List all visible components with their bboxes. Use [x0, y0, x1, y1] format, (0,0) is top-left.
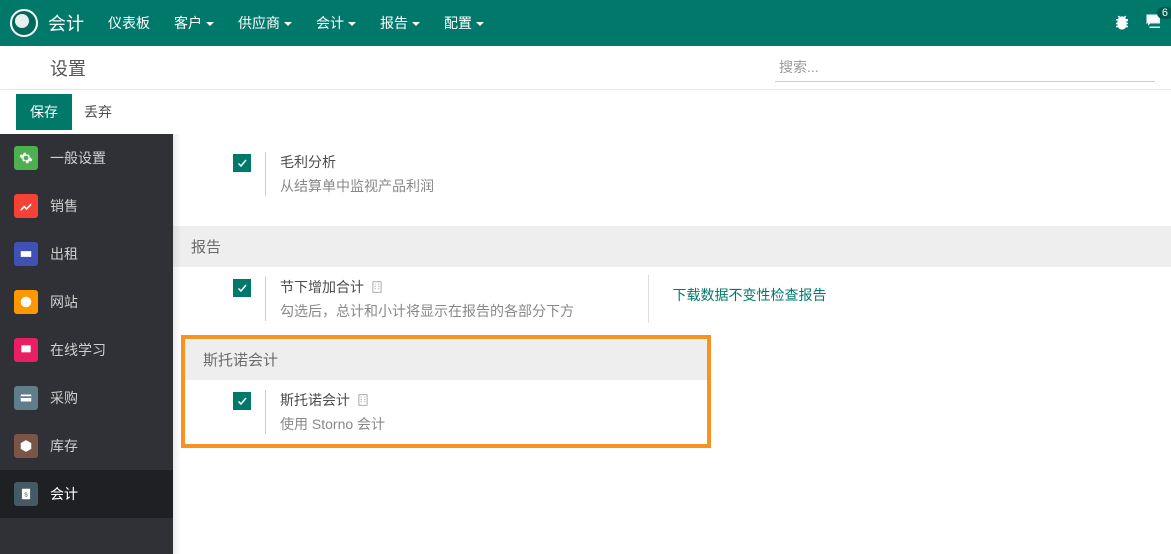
settings-sidebar: 一般设置 销售 出租 网站 在线学习 采购 库存 $ 会计	[0, 134, 173, 554]
search-input[interactable]	[775, 53, 1155, 82]
gear-icon	[14, 146, 38, 170]
sidebar-item-label: 会计	[50, 484, 78, 504]
globe-icon	[14, 290, 38, 314]
building-icon	[356, 393, 370, 407]
money-icon: $	[14, 482, 38, 506]
menu-accounting[interactable]: 会计	[316, 13, 356, 33]
sidebar-item-purchase[interactable]: 采购	[0, 374, 173, 422]
menu-config[interactable]: 配置	[444, 13, 484, 33]
sidebar-item-rental[interactable]: 出租	[0, 230, 173, 278]
setting-desc: 从结算单中监视产品利润	[280, 176, 1151, 196]
chart-icon	[14, 194, 38, 218]
sidebar-item-elearning[interactable]: 在线学习	[0, 326, 173, 374]
settings-content: 毛利分析 从结算单中监视产品利润 报告 节下增加合计 勾选后，总计和小计将显示在…	[173, 134, 1171, 554]
setting-profit-analysis: 毛利分析 从结算单中监视产品利润	[173, 134, 1171, 206]
sidebar-item-general[interactable]: 一般设置	[0, 134, 173, 182]
box-icon	[14, 434, 38, 458]
menu-dashboard[interactable]: 仪表板	[108, 13, 150, 33]
setting-storno: 斯托诺会计 使用 Storno 会计	[185, 380, 707, 444]
menu-vendors[interactable]: 供应商	[238, 13, 292, 33]
caret-icon	[412, 22, 420, 26]
sidebar-item-label: 网站	[50, 292, 78, 312]
app-logo-icon[interactable]	[10, 9, 38, 37]
sidebar-item-sales[interactable]: 销售	[0, 182, 173, 230]
key-icon	[14, 242, 38, 266]
bug-icon[interactable]	[1113, 13, 1131, 34]
search-wrap	[775, 53, 1155, 82]
setting-desc: 使用 Storno 会计	[280, 414, 687, 434]
action-bar: 保存 丢弃	[0, 90, 1171, 134]
caret-icon	[206, 22, 214, 26]
menu-reports[interactable]: 报告	[380, 13, 420, 33]
checkbox-profit-analysis[interactable]	[233, 154, 251, 172]
sidebar-item-label: 在线学习	[50, 340, 106, 360]
top-menu: 仪表板 客户 供应商 会计 报告 配置	[108, 13, 1113, 33]
checkbox-subtotals[interactable]	[233, 279, 251, 297]
caret-icon	[476, 22, 484, 26]
topbar-right: 6	[1113, 13, 1163, 34]
chat-icon	[1145, 18, 1163, 34]
download-integrity-link[interactable]: 下载数据不变性检查报告	[673, 287, 827, 303]
sidebar-item-website[interactable]: 网站	[0, 278, 173, 326]
breadcrumb: 设置	[50, 55, 86, 81]
messages-button[interactable]: 6	[1145, 13, 1163, 34]
app-name[interactable]: 会计	[48, 10, 84, 36]
section-header-storno: 斯托诺会计	[185, 339, 707, 380]
caret-icon	[348, 22, 356, 26]
sidebar-item-inventory[interactable]: 库存	[0, 422, 173, 470]
building-icon	[370, 280, 384, 294]
save-button[interactable]: 保存	[16, 94, 72, 130]
setting-title: 毛利分析	[280, 152, 1151, 172]
setting-subtotals: 节下增加合计 勾选后，总计和小计将显示在报告的各部分下方	[173, 267, 648, 331]
section-header-report: 报告	[173, 226, 1171, 267]
storno-highlight: 斯托诺会计 斯托诺会计 使用 Storno 会计	[181, 335, 711, 448]
sidebar-item-accounting[interactable]: $ 会计	[0, 470, 173, 518]
report-columns: 节下增加合计 勾选后，总计和小计将显示在报告的各部分下方 下载数据不变性检查报告	[173, 267, 1171, 331]
settings-body: 一般设置 销售 出租 网站 在线学习 采购 库存 $ 会计	[0, 134, 1171, 554]
caret-icon	[284, 22, 292, 26]
sidebar-item-label: 采购	[50, 388, 78, 408]
discard-button[interactable]: 丢弃	[84, 102, 112, 122]
sidebar-item-label: 库存	[50, 436, 78, 456]
checkbox-storno[interactable]	[233, 392, 251, 410]
sidebar-item-label: 出租	[50, 244, 78, 264]
setting-title: 节下增加合计	[280, 277, 628, 297]
sidebar-item-label: 一般设置	[50, 148, 106, 168]
messages-badge: 6	[1157, 7, 1171, 19]
sidebar-item-label: 销售	[50, 196, 78, 216]
setting-title: 斯托诺会计	[280, 390, 687, 410]
top-navbar: 会计 仪表板 客户 供应商 会计 报告 配置 6	[0, 0, 1171, 46]
book-icon	[14, 338, 38, 362]
setting-desc: 勾选后，总计和小计将显示在报告的各部分下方	[280, 301, 628, 321]
control-panel: 设置	[0, 46, 1171, 90]
card-icon	[14, 386, 38, 410]
menu-customers[interactable]: 客户	[174, 13, 214, 33]
